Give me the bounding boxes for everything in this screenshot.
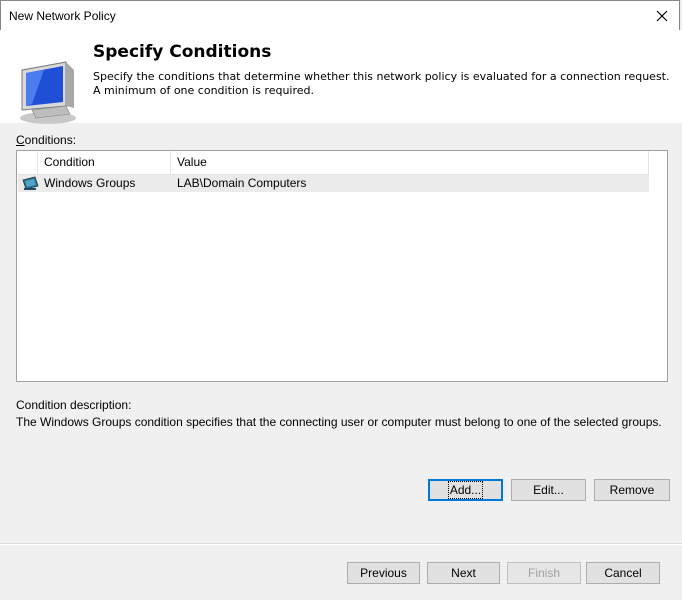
column-header-value[interactable]: Value (171, 151, 649, 174)
remove-button[interactable]: Remove (594, 479, 670, 501)
condition-description-text: The Windows Groups condition specifies t… (16, 415, 662, 429)
close-icon (656, 10, 668, 22)
edit-button-label: Edit... (533, 483, 564, 497)
column-header-icon[interactable] (17, 151, 38, 174)
cancel-button[interactable]: Cancel (586, 562, 660, 584)
footer-separator-highlight (0, 544, 682, 545)
conditions-label: Conditions: (16, 133, 76, 147)
wizard-header: Specify Conditions Specify the condition… (0, 30, 682, 124)
group-icon (22, 176, 39, 190)
title-bar: New Network Policy (0, 0, 680, 30)
conditions-label-text: onditions: (24, 133, 77, 147)
finish-button[interactable]: Finish (507, 562, 581, 584)
previous-button[interactable]: Previous (347, 562, 420, 584)
next-button-label: Next (451, 566, 476, 580)
condition-cell: Windows Groups (44, 176, 136, 190)
cancel-button-label: Cancel (604, 566, 642, 580)
edit-button[interactable]: Edit... (511, 479, 586, 501)
conditions-list[interactable]: Condition Value Windows Groups LAB\Domai… (16, 150, 668, 382)
page-description: Specify the conditions that determine wh… (93, 70, 670, 97)
table-row[interactable]: Windows Groups LAB\Domain Computers (18, 175, 649, 192)
finish-button-label: Finish (527, 566, 560, 580)
close-button[interactable] (645, 1, 679, 31)
add-button-label: Add... (447, 481, 484, 499)
next-button[interactable]: Next (427, 562, 500, 584)
previous-button-label: Previous (360, 566, 407, 580)
column-header-condition[interactable]: Condition (38, 151, 171, 174)
conditions-label-accesskey: C (16, 133, 25, 147)
page-title: Specify Conditions (93, 42, 272, 62)
window-title: New Network Policy (9, 9, 116, 23)
condition-description-label: Condition description: (16, 398, 132, 412)
computer-icon (20, 61, 76, 124)
add-button[interactable]: Add... (428, 479, 503, 501)
value-cell: LAB\Domain Computers (177, 176, 307, 190)
list-header: Condition Value (17, 151, 649, 175)
remove-button-label: Remove (609, 483, 655, 497)
